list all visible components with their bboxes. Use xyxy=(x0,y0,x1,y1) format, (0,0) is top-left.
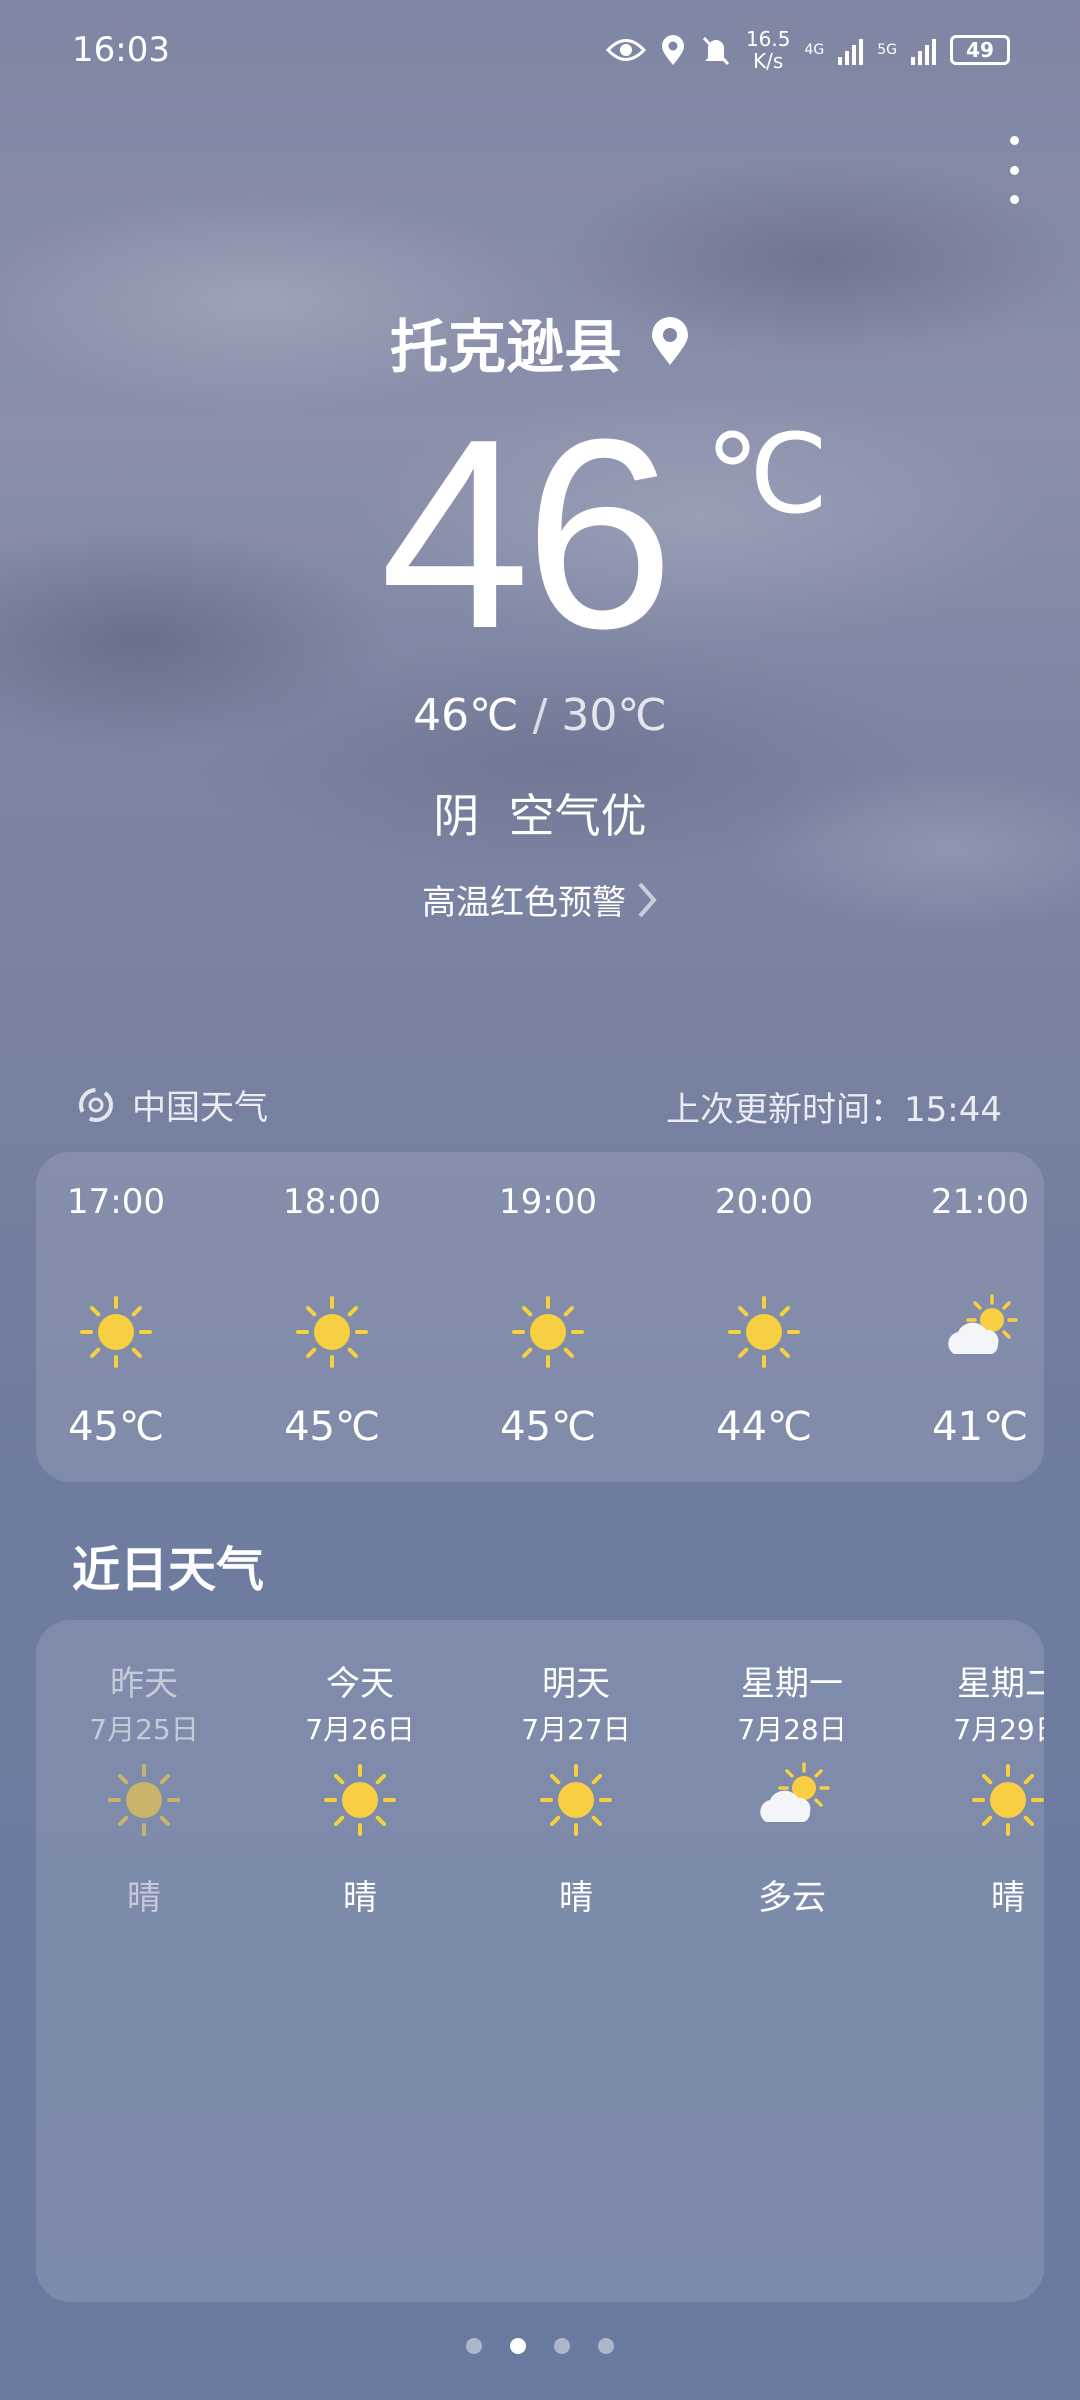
day-weather: 晴 xyxy=(559,1878,593,1918)
daily-forecast-card[interactable]: 45℃32℃46℃30℃46℃31℃47℃33℃47℃31℃ 昨天 7月25日 … xyxy=(36,1620,1044,2302)
day-weather: 晴 xyxy=(127,1878,161,1918)
high-low-temperature: 46℃ / 30℃ xyxy=(0,690,1080,741)
location-pin-icon xyxy=(652,317,688,365)
network-type-1: 4G xyxy=(804,42,825,58)
china-weather-logo-icon xyxy=(79,1087,113,1122)
network-type-2: 5G xyxy=(877,42,897,58)
day-name: 星期一 xyxy=(741,1664,843,1704)
day-name: 明天 xyxy=(542,1664,610,1704)
hour-time: 19:00 xyxy=(499,1182,597,1222)
partly-cloudy-icon xyxy=(752,1760,832,1840)
network-speed: 16.5 K/s xyxy=(745,27,791,73)
day-date: 7月27日 xyxy=(521,1713,631,1746)
battery-icon: 49 xyxy=(950,35,1010,65)
day-name: 今天 xyxy=(326,1664,394,1704)
current-temperature: 46 xyxy=(380,384,674,685)
hour-time: 21:00 xyxy=(931,1182,1029,1222)
sun-icon xyxy=(536,1760,616,1840)
hour-temperature: 44℃ xyxy=(716,1404,812,1450)
chevron-right-icon xyxy=(638,882,657,917)
hour-time: 17:00 xyxy=(67,1182,165,1222)
mute-bell-icon xyxy=(702,36,730,66)
location-pin-icon xyxy=(661,35,684,65)
sun-icon xyxy=(76,1292,156,1372)
day-date: 7月26日 xyxy=(305,1713,415,1746)
sun-icon xyxy=(508,1292,588,1372)
partly-cloudy-icon xyxy=(940,1292,1020,1372)
page-dot[interactable] xyxy=(466,2338,482,2354)
day-date: 7月29日 xyxy=(953,1713,1044,1746)
alert-text: 高温红色预警 xyxy=(422,883,626,923)
sun-icon xyxy=(724,1292,804,1372)
temperature-unit: ℃ xyxy=(705,413,829,536)
day-date: 7月28日 xyxy=(737,1713,847,1746)
page-indicator xyxy=(0,2338,1080,2354)
source-name: 中国天气 xyxy=(132,1088,268,1128)
status-icons: 16.5 K/s 4G 5G 49 xyxy=(605,27,1010,73)
status-time: 16:03 xyxy=(72,30,170,70)
hourly-forecast-card[interactable]: 17:00 45℃ 18:00 45℃ 19:00 45℃ 20:00 44℃ 21:0… xyxy=(36,1152,1044,1482)
hour-time: 18:00 xyxy=(283,1182,381,1222)
city-name: 托克逊县 xyxy=(389,313,622,381)
day-weather: 多云 xyxy=(758,1878,826,1918)
sun-icon xyxy=(320,1760,400,1840)
hour-temperature: 45℃ xyxy=(500,1404,596,1450)
weather-condition: 阴 空气优 xyxy=(433,789,647,843)
day-name: 昨天 xyxy=(110,1664,178,1704)
sun-icon xyxy=(968,1760,1044,1840)
hour-temperature: 45℃ xyxy=(284,1404,380,1450)
hour-temperature: 41℃ xyxy=(932,1404,1028,1450)
recent-weather-title: 近日天气 xyxy=(72,1542,265,1598)
page-dot[interactable] xyxy=(510,2338,526,2354)
city-row[interactable]: 托克逊县 xyxy=(0,300,1080,384)
day-date: 7月25日 xyxy=(89,1713,199,1746)
eye-icon xyxy=(605,39,646,61)
day-name: 星期二 xyxy=(957,1664,1044,1704)
day-weather: 晴 xyxy=(343,1878,377,1918)
hour-time: 20:00 xyxy=(715,1182,813,1222)
hilo-separator: / xyxy=(532,690,548,741)
signal-bars-icon xyxy=(838,35,864,65)
weather-alert-link[interactable]: 高温红色预警 xyxy=(0,875,1080,924)
today-high: 46℃ xyxy=(413,690,519,741)
last-update-time: 上次更新时间：15:44 xyxy=(666,1090,1002,1130)
signal-bars-2-icon xyxy=(911,35,936,65)
sun-icon xyxy=(292,1292,372,1372)
day-weather: 晴 xyxy=(991,1878,1025,1918)
more-options-button[interactable] xyxy=(994,130,1034,210)
sun-icon xyxy=(104,1760,184,1840)
page-dot[interactable] xyxy=(554,2338,570,2354)
today-low: 30℃ xyxy=(561,690,667,741)
page-dot[interactable] xyxy=(598,2338,614,2354)
hour-temperature: 45℃ xyxy=(68,1404,164,1450)
data-source: 中国天气 xyxy=(76,1080,268,1129)
